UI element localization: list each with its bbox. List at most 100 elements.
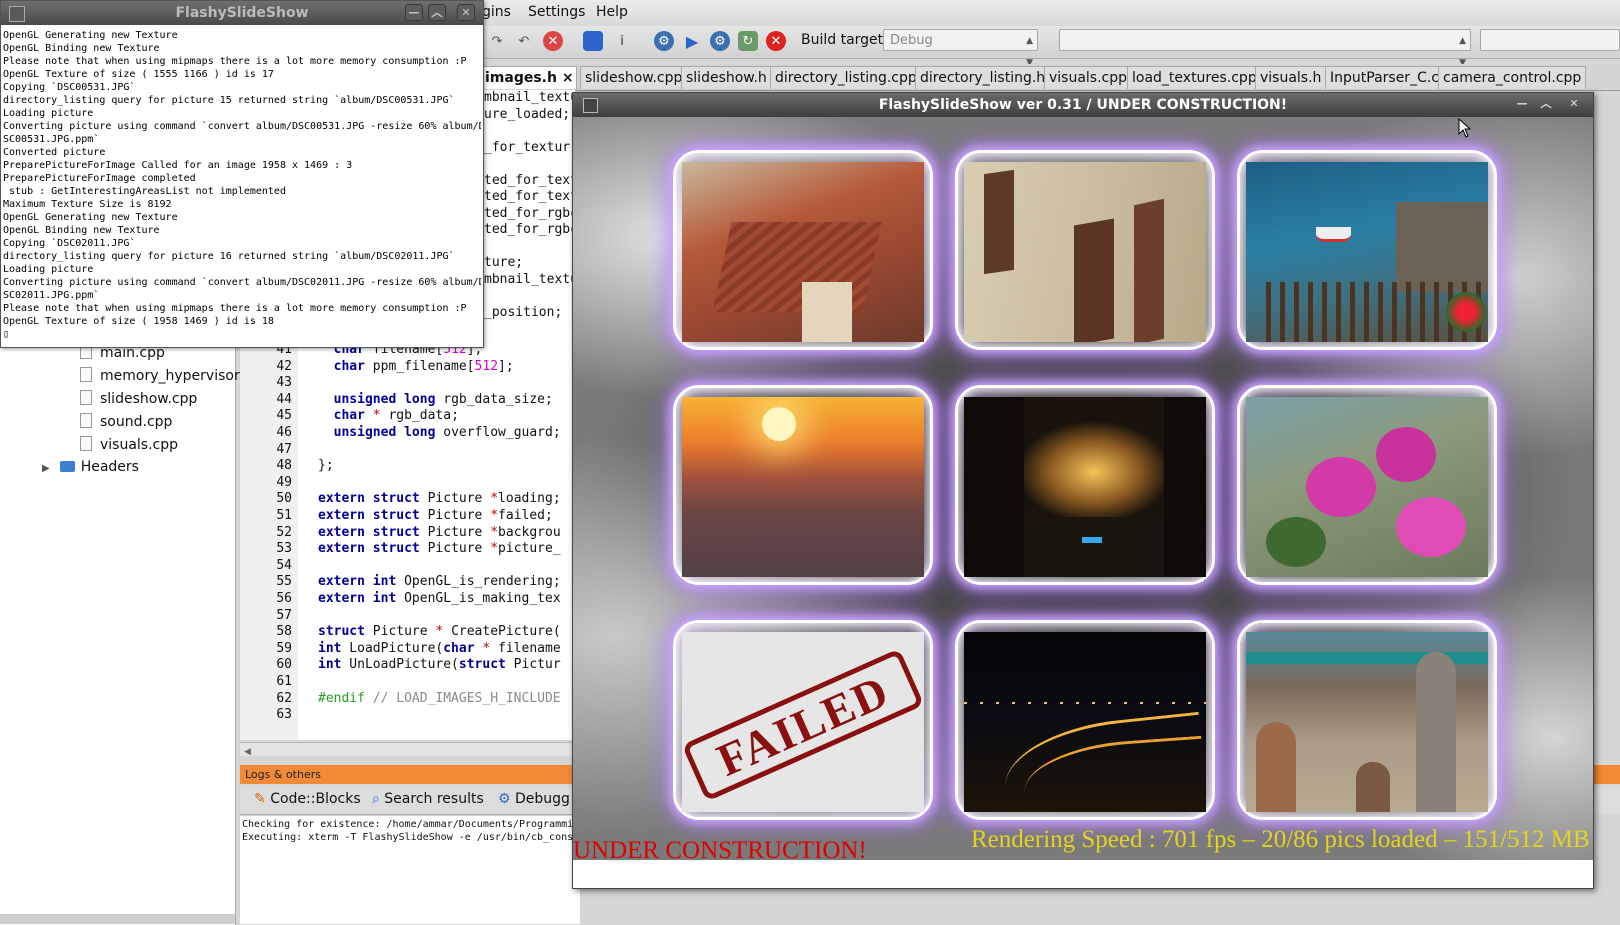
tab-images-h[interactable]: images.h ×	[480, 66, 577, 89]
tab-camera-control-cpp[interactable]: camera_control.cpp	[1438, 66, 1587, 89]
tree-file[interactable]: visuals.cpp	[80, 436, 178, 453]
thumbnail-frame[interactable]	[955, 620, 1215, 820]
tree-scrollbar[interactable]	[0, 914, 235, 924]
minimize-icon[interactable]: —	[1513, 96, 1531, 113]
photo-rooftops	[682, 162, 924, 342]
thumbnail-frame[interactable]	[1237, 385, 1497, 585]
gear-icon: ⚙	[498, 791, 511, 807]
terminal-line: OpenGL Generating new Texture	[3, 30, 178, 41]
terminal-window[interactable]: FlashySlideShow — ︿ ✕ OpenGL Generating …	[0, 0, 484, 348]
line-number: 47	[276, 441, 292, 457]
stop-debug-icon[interactable]: ✕	[543, 31, 563, 51]
menu-help[interactable]: Help	[596, 4, 628, 20]
tab-slideshow-h[interactable]: slideshow.h	[681, 66, 772, 89]
thumbnail-frame[interactable]	[1237, 620, 1497, 820]
terminal-line: Converting picture using command `conver…	[3, 277, 481, 288]
code-line: extern int OpenGL_is_making_tex	[318, 591, 561, 606]
log-line: Checking for existence: /home/ammar/Docu…	[242, 819, 574, 830]
tree-file[interactable]: sound.cpp	[80, 413, 172, 430]
debug-windows-icon[interactable]	[583, 31, 603, 51]
tab-slideshow-cpp[interactable]: slideshow.cpp	[580, 66, 688, 89]
rebuild-icon[interactable]: ↻	[738, 31, 758, 51]
tab-visuals-cpp[interactable]: visuals.cpp	[1044, 66, 1133, 89]
line-number: 61	[276, 674, 292, 689]
terminal-line: directory_listing query for picture 16 r…	[3, 251, 455, 262]
step-out-icon[interactable]: ↶	[514, 31, 534, 51]
tab-inputparser-c[interactable]: InputParser_C.c	[1325, 66, 1444, 89]
file-icon	[80, 367, 92, 382]
slideshow-titlebar[interactable]: FlashySlideShow ver 0.31 / UNDER CONSTRU…	[573, 93, 1593, 117]
failed-stamp: FAILED	[682, 648, 924, 802]
thumbnail-frame[interactable]	[1237, 150, 1497, 350]
line-number: 48	[276, 458, 292, 474]
code-completion-select[interactable]: ▲ ▼	[1059, 29, 1471, 68]
maximize-icon[interactable]: ︿	[1537, 96, 1555, 113]
tree-file[interactable]: slideshow.cpp	[80, 390, 197, 407]
thumbnail-frame[interactable]	[955, 150, 1215, 350]
line-number: 50	[276, 491, 292, 507]
terminal-line: OpenGL Generating new Texture	[3, 212, 178, 223]
terminal-line: Please note that when using mipmaps ther…	[3, 56, 467, 67]
line-number: 59	[276, 640, 292, 656]
terminal-line: ▯	[3, 329, 10, 340]
terminal-line: Maximum Texture Size is 8192	[3, 199, 172, 210]
thumbnail-frame[interactable]	[673, 150, 933, 350]
code-line: char * rgb_data;	[333, 408, 459, 424]
line-number: 53	[276, 541, 292, 557]
terminal-line: Loading picture	[3, 264, 94, 275]
build-icon[interactable]: ⚙	[654, 31, 674, 51]
terminal-titlebar[interactable]: FlashySlideShow — ︿ ✕	[1, 1, 483, 25]
info-icon[interactable]: i	[612, 31, 632, 51]
run-icon[interactable]: ▶	[682, 31, 702, 51]
window-menu-icon[interactable]	[583, 98, 598, 113]
expand-arrow-icon[interactable]: ▶	[42, 463, 50, 474]
tab-directory-listing-h[interactable]: directory_listing.h	[915, 66, 1051, 89]
slideshow-window[interactable]: FlashySlideShow ver 0.31 / UNDER CONSTRU…	[572, 92, 1594, 889]
slideshow-title: FlashySlideShow ver 0.31 / UNDER CONSTRU…	[878, 97, 1288, 113]
code-line: extern struct Picture *loading;	[318, 491, 561, 507]
line-number: 58	[276, 624, 292, 640]
log-line: Executing: xterm -T FlashySlideShow -e /…	[242, 832, 574, 843]
close-icon[interactable]: ×	[562, 70, 574, 86]
editor-hscrollbar[interactable]: ◀	[240, 742, 575, 757]
tab-codeblocks-log[interactable]: ✎ Code::Blocks	[254, 791, 361, 807]
terminal-line: Copying `DSC00531.JPG`	[3, 82, 136, 93]
line-number: 54	[276, 557, 292, 573]
menu-settings[interactable]: Settings	[528, 4, 585, 20]
tab-visuals-h[interactable]: visuals.h	[1255, 66, 1327, 89]
code-line: extern int OpenGL_is_rendering;	[318, 574, 561, 590]
tab-directory-listing-cpp[interactable]: directory_listing.cpp	[770, 66, 922, 89]
tree-folder-headers[interactable]: ▶ Headers	[42, 459, 139, 475]
symbol-select[interactable]	[1480, 29, 1620, 51]
window-menu-icon[interactable]	[9, 6, 25, 22]
close-icon[interactable]: ✕	[1565, 96, 1583, 113]
tree-file[interactable]: memory_hypervisor.	[80, 367, 243, 384]
tab-search-results[interactable]: ⌕ Search results	[372, 791, 484, 807]
code-line: #endif // LOAD_IMAGES_H_INCLUDE	[318, 690, 561, 706]
minimize-icon[interactable]: —	[405, 4, 423, 21]
code-line: int LoadPicture(char * filename	[318, 640, 561, 656]
menu-plugins[interactable]: gins	[482, 4, 511, 20]
logs-header-edge	[1594, 765, 1620, 784]
line-number: 62	[276, 690, 292, 706]
build-target-select[interactable]: Debug ▲ ▼	[883, 29, 1038, 68]
line-number: 46	[276, 425, 292, 440]
build-run-icon[interactable]: ⚙	[710, 31, 730, 51]
terminal-line: OpenGL Binding new Texture	[3, 43, 160, 54]
thumbnail-frame[interactable]	[955, 385, 1215, 585]
close-icon[interactable]: ✕	[457, 4, 475, 21]
maximize-icon[interactable]: ︿	[428, 4, 446, 21]
mouse-cursor-icon	[1458, 118, 1472, 138]
terminal-output[interactable]: OpenGL Generating new Texture OpenGL Bind…	[3, 29, 481, 345]
line-number: 63	[276, 707, 292, 723]
thumbnail-frame[interactable]	[673, 385, 933, 585]
slideshow-canvas[interactable]: FAILED	[573, 117, 1593, 860]
thumbnail-frame[interactable]: FAILED	[673, 620, 933, 820]
tab-debugger[interactable]: ⚙ Debugg	[498, 791, 570, 807]
abort-icon[interactable]: ✕	[766, 31, 786, 51]
step-into-icon[interactable]: ↷	[487, 31, 507, 51]
tab-load-textures-cpp[interactable]: load_textures.cpp	[1127, 66, 1262, 89]
terminal-line: Please note that when using mipmaps ther…	[3, 303, 467, 314]
editor-tab-bar: images.h × slideshow.cpp slideshow.h dir…	[470, 64, 1620, 91]
file-icon	[80, 436, 92, 451]
